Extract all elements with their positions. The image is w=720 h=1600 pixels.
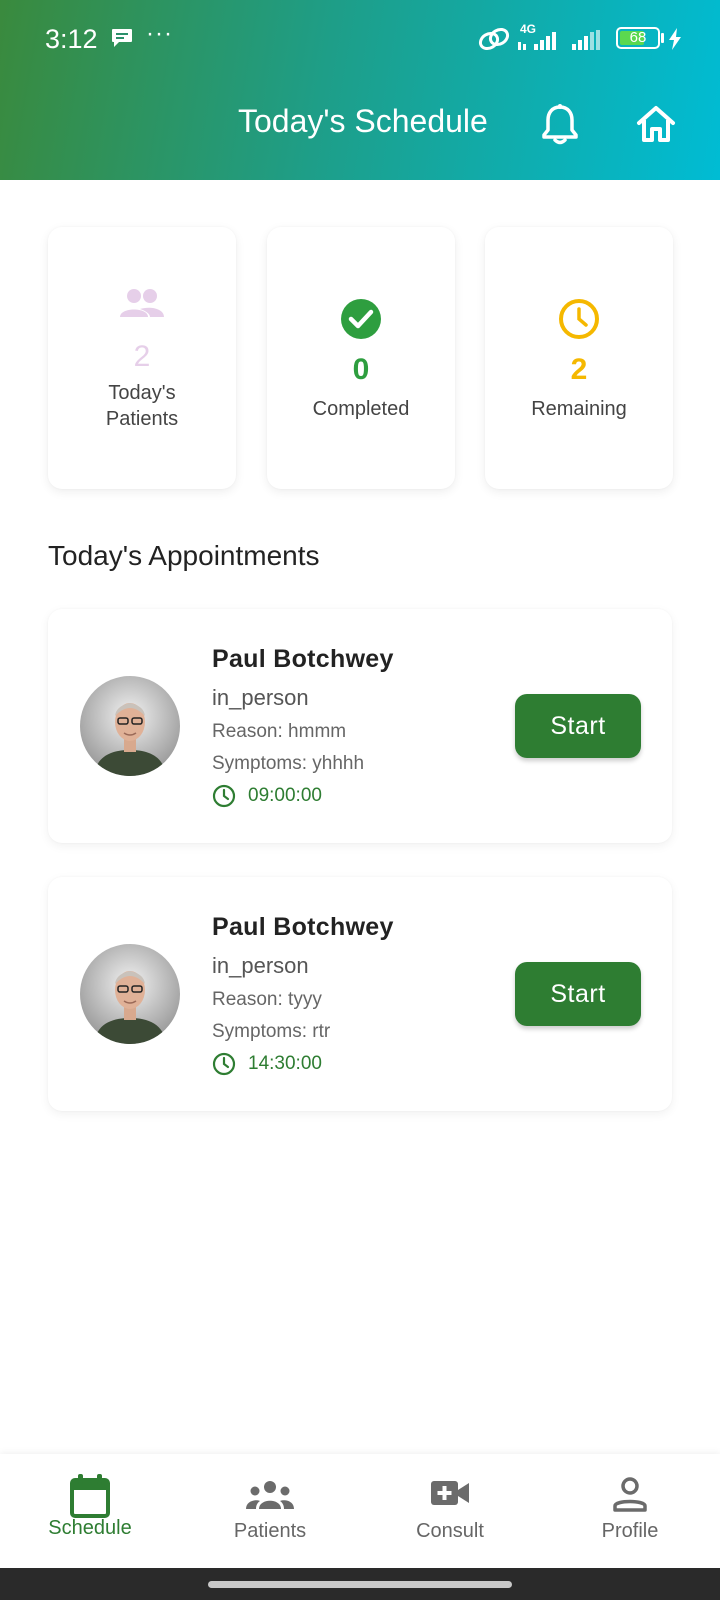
video-plus-icon xyxy=(360,1478,540,1508)
nav-item-consult[interactable]: Consult xyxy=(360,1454,540,1568)
bell-icon xyxy=(542,104,578,145)
stat-card-todays-patients: 2 Today's Patients xyxy=(48,227,236,489)
notifications-button[interactable] xyxy=(536,100,584,148)
home-icon xyxy=(637,106,675,142)
home-button[interactable] xyxy=(632,100,680,148)
clock-icon xyxy=(485,298,673,340)
nav-label: Schedule xyxy=(48,1517,132,1539)
avatar xyxy=(80,676,180,776)
appointment-card[interactable]: Paul Botchwey in_person Reason: hmmm Sym… xyxy=(48,609,672,843)
patient-name: Paul Botchwey xyxy=(212,913,394,941)
people-icon xyxy=(48,287,236,319)
appointment-time: 09:00:00 xyxy=(248,785,322,806)
check-circle-icon xyxy=(267,298,455,340)
avatar xyxy=(80,944,180,1044)
status-bar: 3:12 ··· 4G 68 xyxy=(0,0,720,80)
start-appointment-button[interactable]: Start xyxy=(515,962,641,1026)
stat-card-remaining: 2 Remaining xyxy=(485,227,673,489)
stat-label: Remaining xyxy=(531,398,627,420)
patient-name: Paul Botchwey xyxy=(212,645,394,673)
appointment-card[interactable]: Paul Botchwey in_person Reason: tyyy Sym… xyxy=(48,877,672,1111)
appointments-heading: Today's Appointments xyxy=(48,540,320,571)
appointment-type: in_person xyxy=(212,953,309,978)
status-time: 3:12 xyxy=(45,24,98,54)
appointment-type: in_person xyxy=(212,685,309,710)
charging-bolt-icon xyxy=(669,28,681,50)
home-indicator[interactable] xyxy=(208,1581,512,1588)
app-header: 3:12 ··· 4G 68 Today's Schedule xyxy=(0,0,720,180)
calendar-icon xyxy=(0,1474,180,1518)
page-title: Today's Schedule xyxy=(238,103,488,139)
nav-label: Patients xyxy=(233,1520,307,1542)
appointment-symptoms: Symptoms: rtr xyxy=(212,1021,331,1042)
stat-value: 2 xyxy=(133,340,151,373)
appointment-time: 14:30:00 xyxy=(248,1053,322,1074)
link-icon xyxy=(478,27,510,51)
battery-icon: 68 xyxy=(616,27,660,49)
nav-item-patients[interactable]: Patients xyxy=(180,1454,360,1568)
nav-label: Consult xyxy=(416,1520,484,1542)
stat-label: Today's Patients xyxy=(105,382,179,430)
system-navigation-bar xyxy=(0,1568,720,1600)
stat-value: 2 xyxy=(570,353,588,386)
appointment-symptoms: Symptoms: yhhhh xyxy=(212,753,365,774)
appointment-time-row: 09:00:00 xyxy=(212,784,322,808)
stat-value: 0 xyxy=(352,353,370,386)
clock-icon xyxy=(212,1052,236,1076)
start-appointment-button[interactable]: Start xyxy=(515,694,641,758)
battery-tip xyxy=(661,33,664,43)
appointment-time-row: 14:30:00 xyxy=(212,1052,322,1076)
appointment-reason: Reason: hmmm xyxy=(212,721,347,742)
groups-icon xyxy=(180,1480,360,1510)
message-icon xyxy=(112,29,132,47)
nav-item-profile[interactable]: Profile xyxy=(540,1454,720,1568)
person-icon xyxy=(540,1476,720,1512)
battery-percent: 68 xyxy=(629,29,647,46)
schedule-screen: 3:12 ··· 4G 68 Today's Schedule 2 Today'… xyxy=(0,0,720,1600)
clock-icon xyxy=(212,784,236,808)
signal-icon-1 xyxy=(518,32,556,50)
appointment-reason: Reason: tyyy xyxy=(212,989,322,1010)
signal-icon-2 xyxy=(572,30,600,50)
bottom-navigation: Schedule Patients Consult Profile xyxy=(0,1454,720,1568)
nav-item-schedule[interactable]: Schedule xyxy=(0,1454,180,1568)
stat-label: Completed xyxy=(312,398,410,420)
nav-label: Profile xyxy=(601,1520,659,1542)
stat-card-completed: 0 Completed xyxy=(267,227,455,489)
status-more-dots: ··· xyxy=(146,20,173,47)
